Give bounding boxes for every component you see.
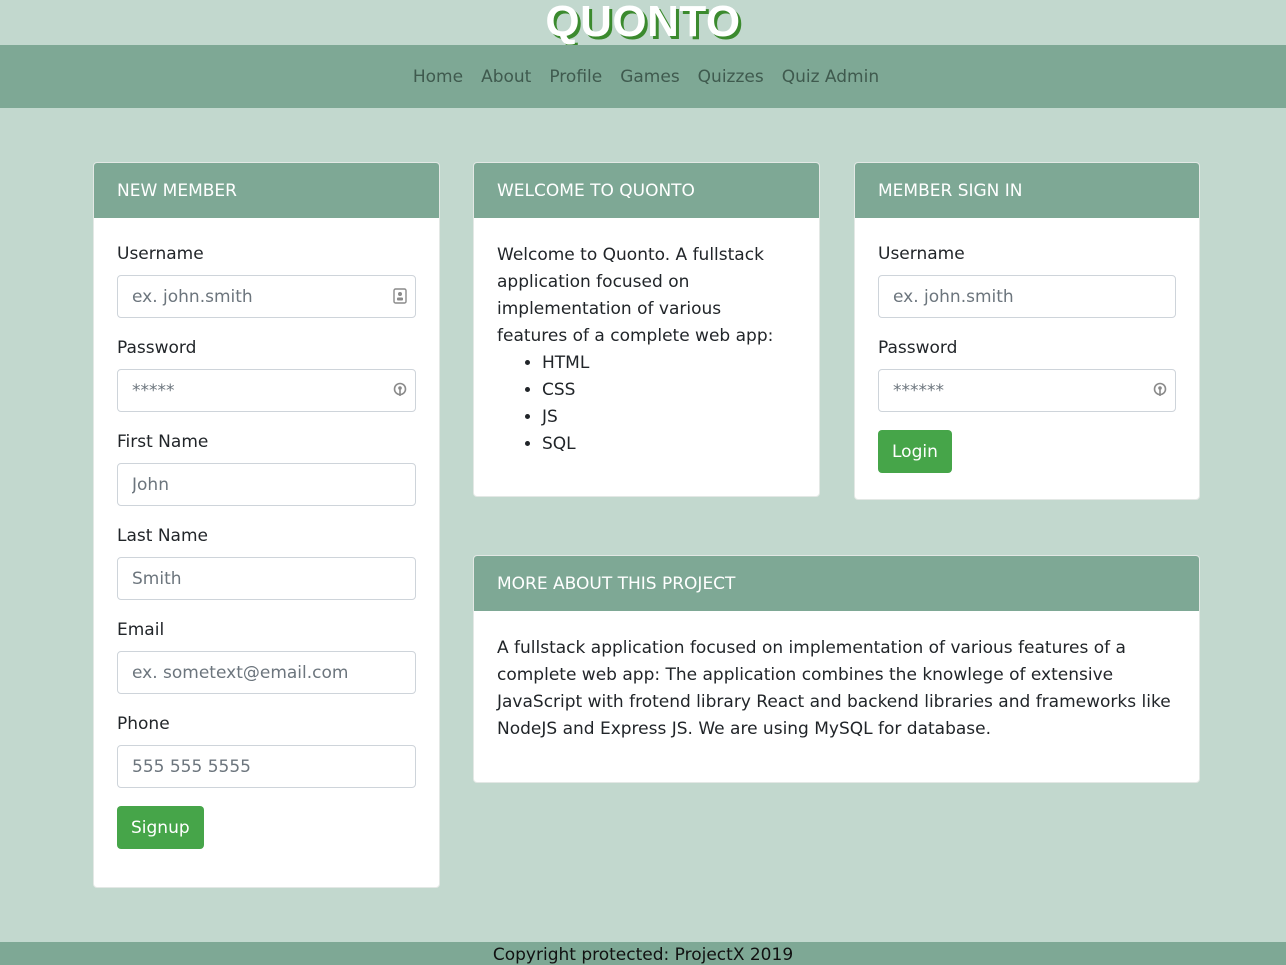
password-label: Password <box>878 338 958 358</box>
copyright-text: Copyright protected: ProjectX 2019 <box>492 945 794 965</box>
list-item: JS <box>542 404 796 431</box>
first-name-input[interactable] <box>117 463 416 506</box>
list-item: HTML <box>542 350 796 377</box>
signup-username-input[interactable] <box>117 275 416 318</box>
email-label: Email <box>117 620 165 640</box>
login-password-input[interactable] <box>878 369 1176 412</box>
sign-in-card: MEMBER SIGN IN Username Password Login <box>854 162 1200 500</box>
last-name-input[interactable] <box>117 557 416 600</box>
last-name-label: Last Name <box>117 526 208 546</box>
username-label: Username <box>117 244 204 264</box>
login-username-input[interactable] <box>878 275 1176 318</box>
username-label: Username <box>878 244 965 264</box>
about-project-card: MORE ABOUT THIS PROJECT A fullstack appl… <box>473 555 1200 783</box>
signup-button[interactable]: Signup <box>117 806 204 849</box>
nav-about[interactable]: About <box>481 67 531 87</box>
footer: Copyright protected: ProjectX 2019 <box>0 942 1286 965</box>
welcome-header: WELCOME TO QUONTO <box>474 163 819 218</box>
signup-password-input[interactable] <box>117 369 416 412</box>
nav-profile[interactable]: Profile <box>549 67 602 87</box>
contact-card-icon <box>393 288 407 304</box>
tech-list: HTML CSS JS SQL <box>542 350 796 458</box>
about-project-header: MORE ABOUT THIS PROJECT <box>474 556 1199 611</box>
nav-quizzes[interactable]: Quizzes <box>698 67 764 87</box>
email-input[interactable] <box>117 651 416 694</box>
password-key-icon <box>393 382 407 396</box>
phone-input[interactable] <box>117 745 416 788</box>
login-button[interactable]: Login <box>878 430 952 473</box>
nav-games[interactable]: Games <box>620 67 679 87</box>
nav-home[interactable]: Home <box>413 67 463 87</box>
welcome-card: WELCOME TO QUONTO Welcome to Quonto. A f… <box>473 162 820 497</box>
welcome-text: Welcome to Quonto. A fullstack applicati… <box>497 245 774 346</box>
new-member-card: NEW MEMBER Username Password First Name … <box>93 162 440 888</box>
new-member-header: NEW MEMBER <box>94 163 439 218</box>
list-item: SQL <box>542 431 796 458</box>
sign-in-header: MEMBER SIGN IN <box>855 163 1199 218</box>
brand-header: QUONTO <box>0 0 1286 45</box>
nav-quiz-admin[interactable]: Quiz Admin <box>782 67 879 87</box>
password-key-icon <box>1153 382 1167 396</box>
first-name-label: First Name <box>117 432 209 452</box>
phone-label: Phone <box>117 714 170 734</box>
navbar: Home About Profile Games Quizzes Quiz Ad… <box>0 45 1286 108</box>
about-project-text: A fullstack application focused on imple… <box>497 638 1171 739</box>
brand-title: QUONTO <box>545 0 741 46</box>
password-label: Password <box>117 338 197 358</box>
list-item: CSS <box>542 377 796 404</box>
